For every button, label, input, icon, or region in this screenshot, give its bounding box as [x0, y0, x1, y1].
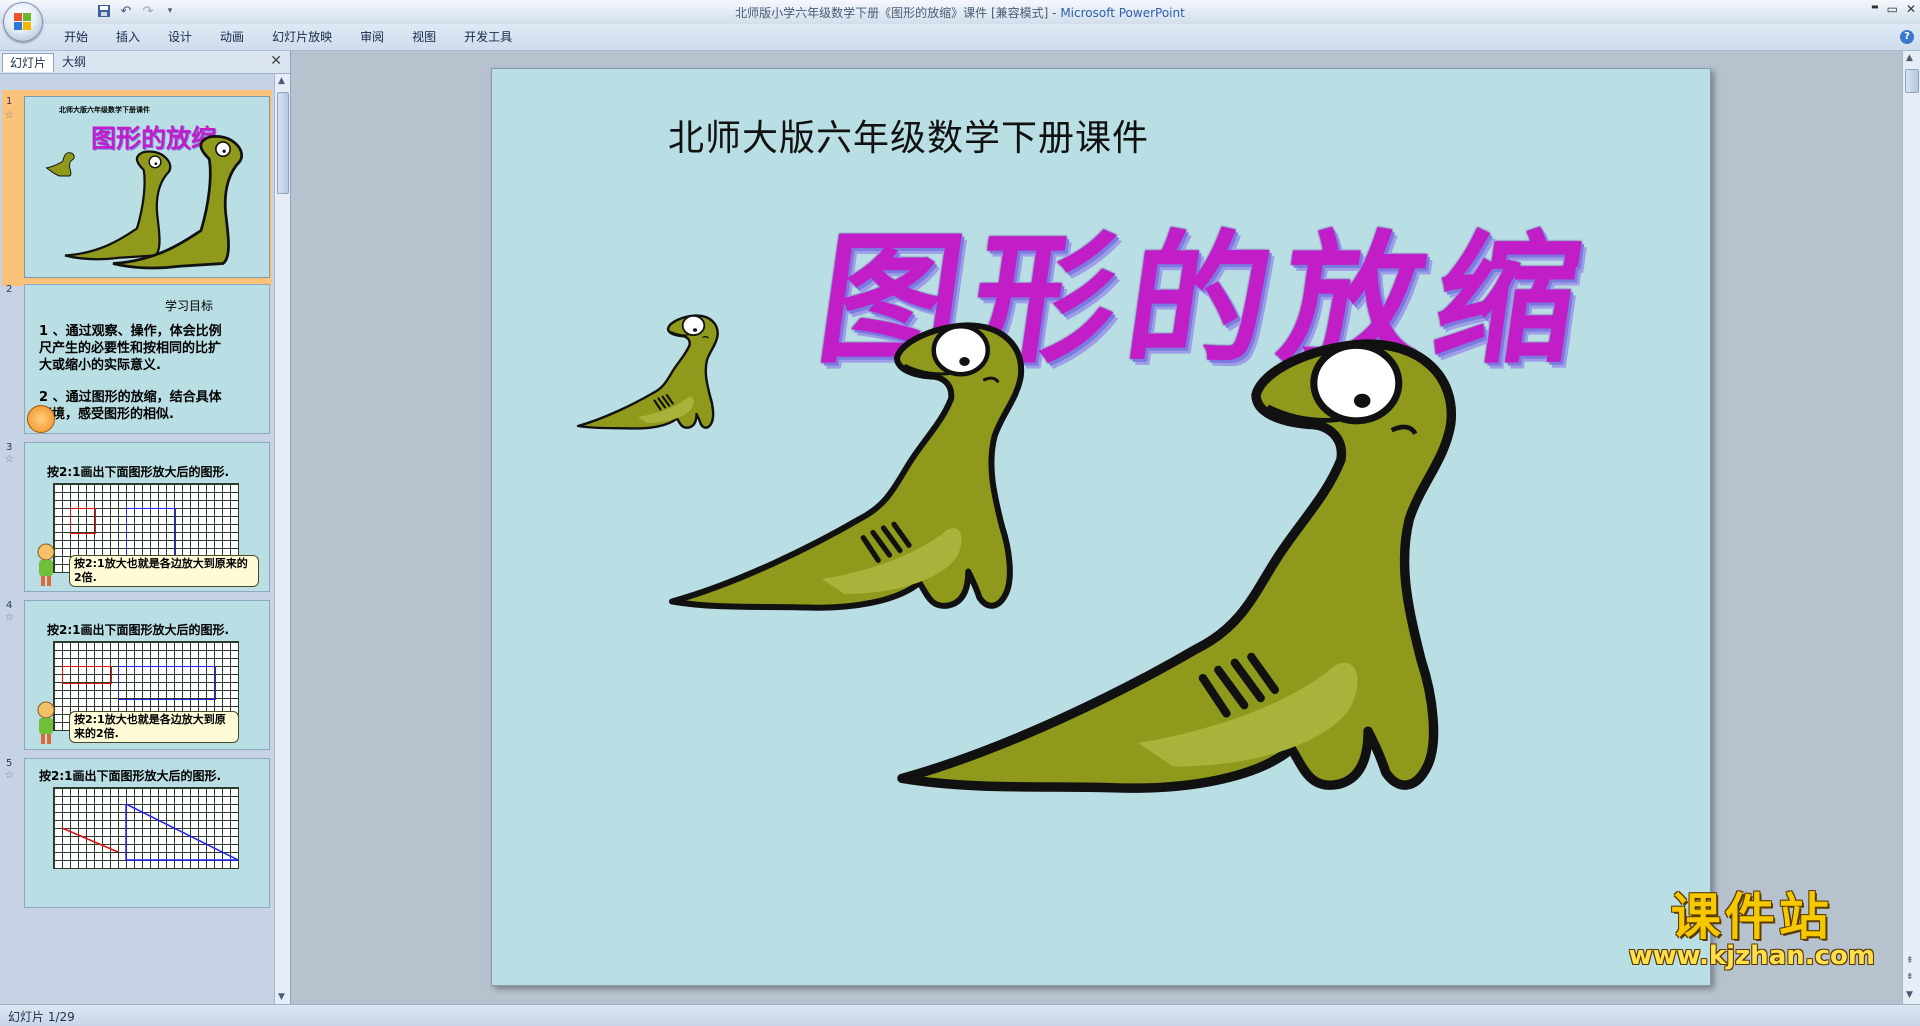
small-dinosaur: [576, 314, 719, 430]
scroll-thumb[interactable]: [1905, 69, 1919, 93]
scroll-up-icon[interactable]: ▲: [1906, 53, 1913, 63]
previous-slide-icon[interactable]: ⇞: [1906, 956, 1914, 966]
tab-developer[interactable]: 开发工具: [450, 29, 526, 45]
thumb-heading: 学习目标: [165, 299, 214, 313]
title-separator: -: [1048, 6, 1061, 20]
girl-icon: [33, 701, 59, 745]
scroll-down-icon[interactable]: ▼: [278, 992, 285, 1002]
minimize-button[interactable]: ▬: [1871, 2, 1879, 16]
thumb-number: 2: [6, 284, 13, 295]
tab-slides[interactable]: 幻灯片: [2, 53, 55, 72]
tab-insert[interactable]: 插入: [102, 29, 154, 45]
medium-dinosaur: [672, 325, 1021, 607]
animation-star-icon: ☆: [5, 770, 14, 781]
thumbnail-list: 1 ☆ 北师大版六年级数学下册课件 图形的放缩 2 学习目标 1 、通过观察、操…: [0, 74, 273, 1004]
watermark-url: www.kjzhan.com: [1628, 941, 1875, 971]
watermark-logo: 课件站 www.kjzhan.com: [1629, 891, 1875, 969]
tab-home[interactable]: 开始: [50, 29, 102, 45]
ribbon-tab-bar: 开始 插入 设计 动画 幻灯片放映 审阅 视图 开发工具 ?: [0, 24, 1920, 51]
slide-thumbnail-4[interactable]: 按2:1画出下面图形放大后的图形. 按2:1放大也就是各边放大到原来的2倍.: [24, 600, 270, 750]
scroll-down-icon[interactable]: ▼: [1906, 990, 1913, 1000]
tab-outline[interactable]: 大纲: [55, 53, 93, 71]
window-title: 北师版小学六年级数学下册《图形的放缩》课件 [兼容模式] - Microsoft…: [0, 4, 1920, 21]
hint-callout: 按2:1放大也就是各边放大到原来的2倍.: [69, 711, 239, 743]
maximize-button[interactable]: ▭: [1887, 2, 1898, 16]
thumb-paragraph: 1 、通过观察、操作，体会比例尺产生的必要性和按相同的比扩大或缩小的实际意义.: [39, 324, 222, 373]
thumb-dino-graphic: [45, 134, 243, 270]
thumb-title: 按2:1画出下面图形放大后的图形.: [47, 623, 230, 637]
hint-callout: 按2:1放大也就是各边放大到原来的2倍.: [69, 555, 259, 587]
slide-thumbnail-5[interactable]: 按2:1画出下面图形放大后的图形.: [24, 758, 270, 908]
status-bar: 幻灯片 1/29: [0, 1004, 1920, 1026]
slide-thumbnail-3[interactable]: 按2:1画出下面图形放大后的图形. 按2:1放大也就是各边放大到原来的2倍.: [24, 442, 270, 592]
slides-pane-scrollbar[interactable]: ▲ ▼: [274, 74, 290, 1004]
thumb-number: 1: [6, 96, 13, 107]
dinosaur-graphics: [576, 314, 1710, 985]
girl-icon: [33, 543, 59, 587]
window-controls: ▬ ▭ ✕: [1871, 2, 1916, 16]
sun-icon: [27, 405, 55, 433]
red-rectangle: [62, 666, 112, 684]
thumb-paragraph: 2 、通过图形的放缩，结合具体情境，感受图形的相似.: [39, 390, 222, 422]
app-name: Microsoft PowerPoint: [1060, 6, 1185, 20]
thumb-number: 3: [6, 442, 13, 453]
thumb-title: 按2:1画出下面图形放大后的图形.: [39, 769, 222, 783]
current-slide[interactable]: 北师大版六年级数学下册课件 图形的放缩: [491, 68, 1711, 986]
slides-pane: 幻灯片 大纲 ✕ 1 ☆ 北师大版六年级数学下册课件 图形的放缩 2 学习目标 …: [0, 51, 291, 1004]
office-button[interactable]: [3, 2, 43, 42]
tab-view[interactable]: 视图: [398, 29, 450, 45]
pane-tabs: 幻灯片 大纲 ✕: [0, 51, 290, 74]
animation-star-icon: ☆: [5, 110, 14, 121]
slide-editing-area: 北师大版六年级数学下册课件 图形的放缩 课件站 www.kjzhan.com: [291, 51, 1903, 1004]
slide-scrollbar[interactable]: ▲ ⇞ ⇟ ▼: [1902, 51, 1920, 1004]
tab-design[interactable]: 设计: [154, 29, 206, 45]
scroll-thumb[interactable]: [277, 92, 289, 194]
tab-review[interactable]: 审阅: [346, 29, 398, 45]
next-slide-icon[interactable]: ⇟: [1906, 972, 1914, 982]
scroll-up-icon[interactable]: ▲: [278, 76, 285, 86]
title-bar: ↶ ↷ ▾ 北师版小学六年级数学下册《图形的放缩》课件 [兼容模式] - Mic…: [0, 0, 1920, 24]
grid-graphic: [53, 787, 239, 869]
blue-square: [126, 508, 176, 558]
thumb-title: 按2:1画出下面图形放大后的图形.: [47, 465, 230, 479]
blue-rectangle: [118, 666, 216, 700]
tab-animations[interactable]: 动画: [206, 29, 258, 45]
slide-thumbnail-2[interactable]: 学习目标 1 、通过观察、操作，体会比例尺产生的必要性和按相同的比扩大或缩小的实…: [24, 284, 270, 434]
animation-star-icon: ☆: [5, 612, 14, 623]
document-title: 北师版小学六年级数学下册《图形的放缩》课件 [兼容模式]: [735, 6, 1049, 20]
close-button[interactable]: ✕: [1906, 2, 1916, 16]
thumb-number: 5: [6, 758, 13, 769]
animation-star-icon: ☆: [5, 454, 14, 465]
thumb-number: 4: [6, 600, 13, 611]
watermark-title: 课件站: [1670, 888, 1833, 946]
office-logo-icon: [14, 13, 32, 31]
tab-slideshow[interactable]: 幻灯片放映: [258, 29, 346, 45]
red-square: [70, 508, 96, 534]
slide-counter: 幻灯片 1/29: [8, 1010, 75, 1024]
slide-thumbnail-1[interactable]: 北师大版六年级数学下册课件 图形的放缩: [24, 96, 270, 278]
help-icon[interactable]: ?: [1900, 30, 1914, 44]
pane-close-icon[interactable]: ✕: [270, 53, 282, 69]
